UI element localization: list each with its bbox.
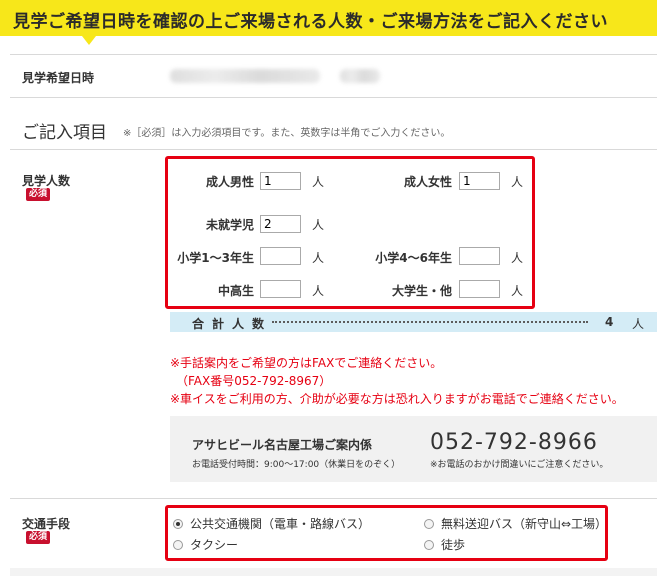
unit-label: 人 (312, 284, 325, 298)
banner-pointer (82, 36, 96, 45)
transport-option-walk[interactable]: 徒歩 (424, 536, 465, 553)
unit-label: 人 (312, 218, 325, 232)
contact-note: ※お電話のおかけ間違いにご注意ください。 (430, 460, 609, 470)
total-unit: 人 (632, 317, 645, 331)
transport-option-label: 無料送迎バス（新守山⇔工場） (441, 517, 608, 531)
transport-option-taxi[interactable]: タクシー (173, 536, 238, 553)
divider (10, 54, 657, 55)
visit-datetime-label: 見学希望日時 (22, 71, 95, 85)
university-other-label: 大学生・他 (391, 284, 452, 298)
elementary-upper-input[interactable] (459, 247, 500, 265)
contact-hours: お電話受付時間：9:00～17:00（休業日をのぞく） (192, 460, 401, 470)
page-title: 見学ご希望日時を確認の上ご来場される人数・ご来場方法をご記入ください (13, 12, 608, 32)
total-bar: 合計人数 4 人 (170, 312, 657, 332)
preschool-label: 未就学児 (205, 218, 254, 232)
transport-option-label: タクシー (190, 538, 239, 552)
transport-option-public[interactable]: 公共交通機関（電車・路線バス） (173, 515, 370, 532)
transport-option-label: 徒歩 (441, 538, 466, 552)
divider (10, 149, 657, 150)
contact-box: アサヒビール名古屋工場ご案内係 お電話受付時間：9:00～17:00（休業日をの… (170, 416, 657, 482)
radio-checked-icon (173, 518, 183, 529)
required-badge: 必須 (26, 531, 51, 544)
transport-option-shuttle-bus[interactable]: 無料送迎バス（新守山⇔工場） (424, 515, 607, 532)
transport-option-label: 公共交通機関（電車・路線バス） (190, 517, 371, 531)
total-label: 合計人数 (192, 317, 273, 331)
divider (10, 498, 657, 499)
middle-high-label: 中高生 (217, 284, 254, 298)
section-note: ※［必須］は入力必須項目です。また、英数字は半角でご入力ください。 (123, 128, 451, 139)
elementary-lower-input[interactable] (260, 247, 301, 265)
unit-label: 人 (511, 284, 524, 298)
total-leader-dots (272, 321, 588, 323)
adult-female-input[interactable] (459, 172, 500, 190)
adult-male-input[interactable] (260, 172, 301, 190)
middle-high-input[interactable] (260, 280, 301, 298)
visit-time-value-blurred (340, 69, 380, 83)
elementary-lower-label: 小学1～3年生 (177, 251, 254, 265)
radio-unchecked-icon (424, 518, 434, 529)
wheelchair-notice: ※車イスをご利用の方、介助が必要な方は恐れ入りますがお電話でご連絡ください。 (170, 392, 624, 406)
transport-label: 交通手段 (22, 517, 71, 531)
elementary-upper-label: 小学4～6年生 (375, 251, 452, 265)
radio-unchecked-icon (424, 539, 434, 550)
preschool-input[interactable] (260, 215, 301, 233)
visitors-label: 見学人数 (22, 174, 71, 188)
fax-number-notice: （FAX番号052-792-8967） (176, 374, 332, 388)
next-row-band (10, 568, 657, 576)
page-banner: 見学ご希望日時を確認の上ご来場される人数・ご来場方法をご記入ください (0, 0, 657, 36)
adult-male-label: 成人男性 (205, 175, 254, 189)
total-count: 4 (605, 315, 614, 329)
divider (10, 97, 657, 98)
radio-unchecked-icon (173, 539, 183, 550)
unit-label: 人 (511, 175, 524, 189)
unit-label: 人 (312, 251, 325, 265)
contact-name: アサヒビール名古屋工場ご案内係 (192, 438, 373, 452)
contact-phone: 052-792-8966 (430, 430, 598, 455)
visit-datetime-value-blurred (170, 69, 320, 83)
required-badge: 必須 (26, 188, 51, 201)
unit-label: 人 (511, 251, 524, 265)
adult-female-label: 成人女性 (403, 175, 452, 189)
unit-label: 人 (312, 175, 325, 189)
university-other-input[interactable] (459, 280, 500, 298)
section-title: ご記入項目 (22, 123, 107, 143)
sign-language-notice: ※手話案内をご希望の方はFAXでご連絡ください。 (170, 356, 443, 370)
